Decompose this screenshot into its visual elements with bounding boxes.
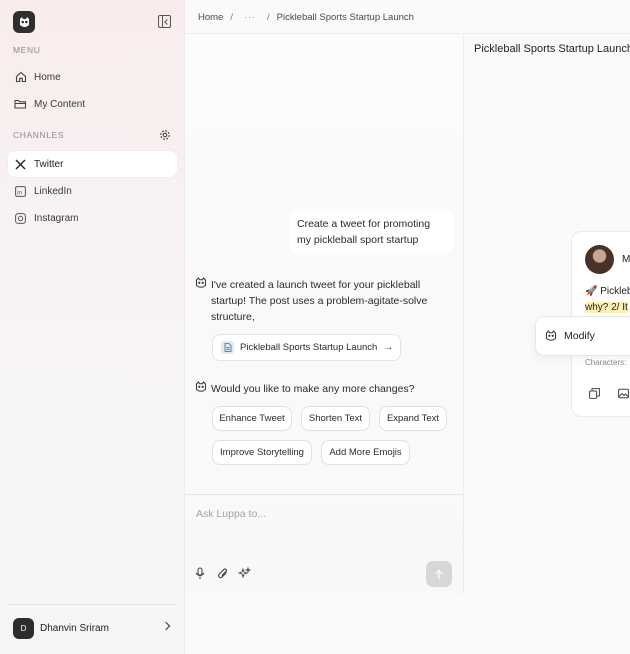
enhance-tweet-button[interactable]: Enhance Tweet [212,406,292,431]
characters-count-label: Characters: [585,358,627,367]
modify-popover [535,316,630,356]
owl-logo-icon [19,16,29,27]
document-chip[interactable]: Pickleball Sports Startup Launch → [212,334,401,361]
tweet-line: 🚀 Pickleb [585,286,630,297]
sidebar-item-instagram[interactable]: Instagram [8,205,177,231]
sidebar-item-label: Instagram [34,212,79,224]
image-icon[interactable] [618,388,629,399]
sidebar-divider [8,604,176,605]
channels-section-label: CHANNLES [13,130,65,140]
composer-divider [185,494,464,495]
luppa-logo[interactable] [13,11,35,33]
collapse-sidebar-icon[interactable] [158,15,171,28]
sidebar-item-home[interactable]: Home [8,64,177,90]
menu-section-label: MENU [13,45,41,55]
breadcrumb-home[interactable]: Home [198,12,223,23]
improve-storytelling-button[interactable]: Improve Storytelling [212,440,312,465]
bot-message: Would you like to make any more changes? [211,383,415,395]
sidebar-item-label: Twitter [34,158,64,170]
user-profile-row[interactable]: D Dhanvin Sriram [13,617,173,639]
avatar: D [13,617,34,639]
modify-input[interactable] [564,330,630,342]
document-chip-label: Pickleball Sports Startup Launch [240,342,378,353]
tweet-author-name: M [622,254,630,265]
sidebar-item-label: LinkedIn [34,185,72,197]
arrow-right-icon: → [383,342,394,353]
composer-input[interactable] [196,506,446,522]
user-message-bubble: Create a tweet for promoting my pickleba… [289,209,453,253]
arrow-up-icon [435,569,443,579]
bot-message: I've created a launch tweet for your pic… [211,279,428,323]
linkedin-icon: in [14,185,27,198]
shorten-text-button[interactable]: Shorten Text [301,406,370,431]
chevron-right-icon [161,621,171,631]
breadcrumb-ellipsis[interactable]: ··· [240,11,260,23]
sidebar-item-label: My Content [34,98,86,110]
folder-icon [14,98,27,111]
tweet-text[interactable]: 🚀 Pickleb why? 2/ It [585,284,630,316]
x-twitter-icon [14,158,27,171]
home-icon [14,71,27,84]
breadcrumb: Home / ··· / Pickleball Sports Startup L… [198,10,414,24]
luppa-bot-icon [196,381,206,392]
breadcrumb-separator: / [230,11,233,23]
tweet-author-avatar [585,245,614,274]
expand-text-button[interactable]: Expand Text [379,406,447,431]
breadcrumb-separator: / [266,11,270,23]
instagram-icon [14,212,27,225]
sidebar-item-linkedin[interactable]: in LinkedIn [8,178,177,204]
add-more-emojis-button[interactable]: Add More Emojis [321,440,410,465]
luppa-bot-icon [546,330,556,341]
sparkles-icon[interactable] [238,567,251,580]
tweet-line-highlighted: why? 2/ It [585,302,628,313]
sidebar-item-label: Home [34,71,61,83]
sidebar-item-my-content[interactable]: My Content [8,91,177,117]
app-window: MENU Home My Content CHANNLES Twitter in… [0,0,630,654]
microphone-icon[interactable] [193,567,206,580]
preview-title: Pickleball Sports Startup Launch [474,43,630,55]
user-name: Dhanvin Sriram [40,622,109,634]
sidebar: MENU Home My Content CHANNLES Twitter in… [0,0,185,654]
luppa-bot-icon [196,277,206,288]
paperclip-icon[interactable] [216,567,229,580]
gear-icon[interactable] [159,129,171,141]
document-icon [221,341,234,354]
breadcrumb-current: Pickleball Sports Startup Launch [276,11,414,23]
copy-icon[interactable] [589,388,600,399]
send-button[interactable] [426,561,452,587]
svg-text:in: in [17,190,22,196]
sidebar-item-twitter[interactable]: Twitter [8,151,177,177]
